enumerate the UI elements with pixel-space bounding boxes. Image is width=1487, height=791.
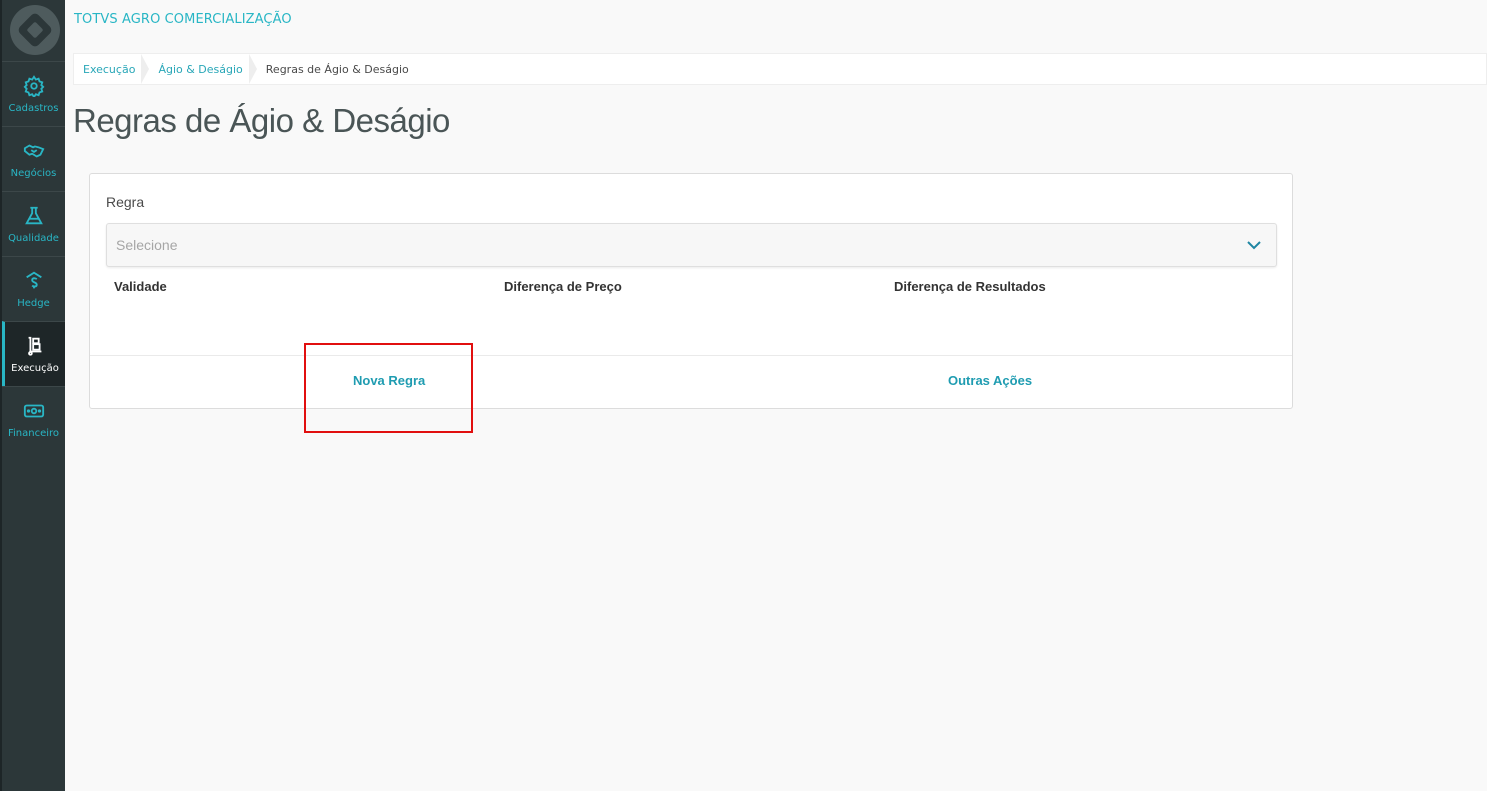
sidebar: Cadastros Negócios Qualidade Hedge Execu… (0, 0, 65, 791)
totvs-logo-icon[interactable] (10, 5, 60, 55)
handshake-icon (23, 143, 44, 158)
dollar-icon (25, 271, 42, 288)
rule-select[interactable]: Selecione (106, 223, 1277, 267)
money-icon (23, 404, 44, 417)
sidebar-item-label: Execução (11, 362, 59, 374)
breadcrumb-item-current: Regras de Ágio & Deságio (265, 62, 409, 76)
card-divider (90, 355, 1292, 356)
rule-card: Regra Selecione Validade Diferença de Pr… (89, 173, 1293, 409)
column-header-validade: Validade (114, 279, 167, 294)
sidebar-item-label: Hedge (17, 297, 50, 309)
sidebar-item-label: Financeiro (7, 427, 60, 439)
sidebar-item-execucao[interactable]: Execução (2, 321, 65, 386)
sidebar-item-label: Cadastros (8, 102, 59, 114)
sidebar-item-hedge[interactable]: Hedge (2, 256, 65, 321)
highlight-box (304, 343, 473, 433)
page-title: Regras de Ágio & Deságio (73, 102, 450, 139)
column-header-diferenca-preco: Diferença de Preço (504, 279, 622, 294)
sidebar-item-label: Qualidade (8, 232, 59, 244)
breadcrumb-item-execucao[interactable]: Execução (74, 54, 150, 84)
rule-field-label: Regra (106, 194, 145, 210)
hand-truck-icon (28, 336, 42, 356)
app-title: TOTVS AGRO COMERCIALIZAÇÃO (74, 12, 292, 27)
column-header-diferenca-resultados: Diferença de Resultados (894, 279, 1046, 294)
breadcrumb-item-agio-desagio[interactable]: Ágio & Deságio (149, 54, 258, 84)
gear-icon (23, 74, 44, 97)
sidebar-item-cadastros[interactable]: Cadastros (2, 61, 65, 126)
sidebar-item-negocios[interactable]: Negócios (2, 126, 65, 191)
sidebar-item-qualidade[interactable]: Qualidade (2, 191, 65, 256)
chevron-down-icon (1247, 241, 1261, 250)
breadcrumb: Execução Ágio & Deságio Regras de Ágio &… (73, 53, 1487, 85)
other-actions-button[interactable]: Outras Ações (948, 373, 1032, 388)
sidebar-item-financeiro[interactable]: Financeiro (2, 386, 65, 451)
flask-icon (24, 206, 43, 224)
rule-select-placeholder: Selecione (116, 237, 178, 253)
sidebar-item-label: Negócios (10, 167, 57, 179)
